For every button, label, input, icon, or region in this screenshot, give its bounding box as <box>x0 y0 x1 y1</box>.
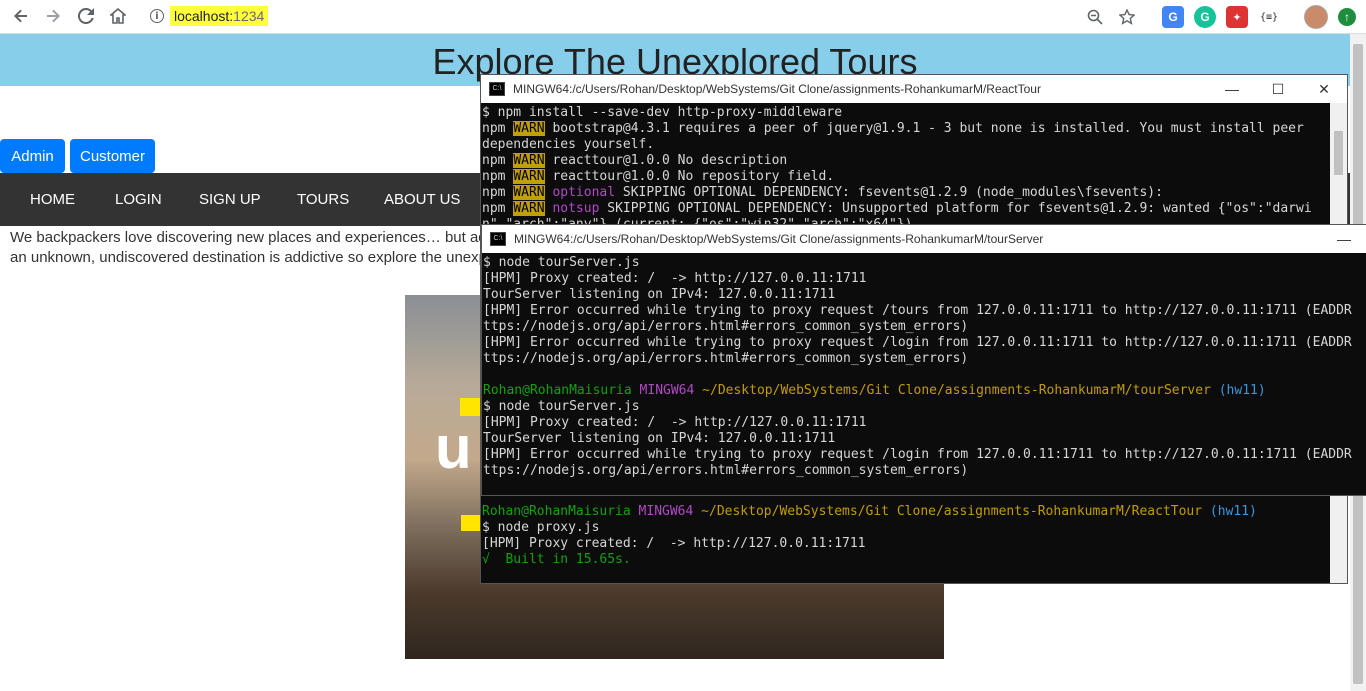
back-icon[interactable] <box>8 4 34 28</box>
terminal-line: TourServer listening on IPv4: 127.0.0.11… <box>483 431 836 446</box>
terminal-line: $ node tourServer.js <box>483 255 640 270</box>
terminal-output: $ node tourServer.js [HPM] Proxy created:… <box>483 255 1366 479</box>
terminal-line: √ Built in 15.65s. <box>482 552 631 567</box>
terminal-line: [HPM] Error occurred while trying to pro… <box>483 335 1352 350</box>
terminal-line: $ node proxy.js <box>482 520 600 535</box>
terminal-line: $ node tourServer.js <box>483 399 640 414</box>
terminal-line: ttps://nodejs.org/api/errors.html#errors… <box>483 351 969 366</box>
forward-icon[interactable] <box>40 4 66 28</box>
home-icon[interactable] <box>105 4 131 28</box>
browser-toolbar: i localhost:1234 G G ✦ {≡} ↑ <box>0 0 1366 34</box>
nav-login[interactable]: LOGIN <box>115 173 162 226</box>
update-icon[interactable]: ↑ <box>1338 8 1356 26</box>
json-icon[interactable]: {≡} <box>1258 6 1280 28</box>
customer-button[interactable]: Customer <box>70 139 155 173</box>
terminal-icon: C:\ <box>489 82 505 96</box>
terminal-window-tourserver[interactable]: C:\ MINGW64:/c/Users/Rohan/Desktop/WebSy… <box>481 224 1366 496</box>
zoom-icon[interactable] <box>1084 6 1106 28</box>
maximize-icon[interactable]: ☐ <box>1255 75 1301 103</box>
terminal-line: [HPM] Proxy created: / -> http://127.0.0… <box>483 271 867 286</box>
nav-about[interactable]: ABOUT US <box>384 173 460 226</box>
minimize-icon[interactable]: — <box>1209 75 1255 103</box>
translate-icon[interactable]: G <box>1162 6 1184 28</box>
terminal-line: TourServer listening on IPv4: 127.0.0.11… <box>483 287 836 302</box>
address-bar[interactable]: i localhost:1234 <box>140 3 1080 29</box>
terminal-output: $ npm install --save-dev http-proxy-midd… <box>482 105 1329 233</box>
terminal-line: npm WARN optional SKIPPING OPTIONAL DEPE… <box>482 185 1163 200</box>
terminal-titlebar[interactable]: C:\ MINGW64:/c/Users/Rohan/Desktop/WebSy… <box>481 75 1347 103</box>
reload-icon[interactable] <box>73 4 99 28</box>
nav-home[interactable]: HOME <box>30 173 75 226</box>
terminal-title: MINGW64:/c/Users/Rohan/Desktop/WebSystem… <box>514 232 1044 246</box>
terminal-line: ttps://nodejs.org/api/errors.html#errors… <box>483 319 969 334</box>
admin-button[interactable]: Admin <box>0 139 65 173</box>
close-icon[interactable]: ✕ <box>1301 75 1347 103</box>
minimize-icon[interactable]: — <box>1321 225 1366 253</box>
extension-icon[interactable]: ✦ <box>1226 6 1248 28</box>
terminal-icon: C:\ <box>490 232 506 246</box>
info-icon[interactable]: i <box>150 9 164 23</box>
terminal-line: npm WARN reacttour@1.0.0 No repository f… <box>482 169 835 184</box>
terminal-line: npm WARN notsup SKIPPING OPTIONAL DEPEND… <box>482 201 1312 216</box>
terminal-line: npm WARN bootstrap@4.3.1 requires a peer… <box>482 121 1304 136</box>
terminal-line: dependencies yourself. <box>482 137 655 152</box>
terminal-line: Rohan@RohanMaisuria MINGW64 ~/Desktop/We… <box>483 383 1266 398</box>
terminal-titlebar[interactable]: C:\ MINGW64:/c/Users/Rohan/Desktop/WebSy… <box>482 225 1366 253</box>
terminal-line: Rohan@RohanMaisuria MINGW64 ~/Desktop/We… <box>482 504 1257 519</box>
profile-avatar[interactable] <box>1304 5 1328 29</box>
url-text[interactable]: localhost:1234 <box>170 6 269 26</box>
terminal-line: $ npm install --save-dev http-proxy-midd… <box>482 105 843 120</box>
nav-signup[interactable]: SIGN UP <box>199 173 261 226</box>
terminal-line: ttps://nodejs.org/api/errors.html#errors… <box>483 463 969 478</box>
image-overlay-text: u <box>435 414 472 481</box>
terminal-line: [HPM] Proxy created: / -> http://127.0.0… <box>482 536 866 551</box>
terminal-line: [HPM] Error occurred while trying to pro… <box>483 447 1352 462</box>
terminal-output: Rohan@RohanMaisuria MINGW64 ~/Desktop/We… <box>482 504 1329 568</box>
terminal-line: [HPM] Proxy created: / -> http://127.0.0… <box>483 415 867 430</box>
nav-tours[interactable]: TOURS <box>297 173 349 226</box>
star-icon[interactable] <box>1116 6 1138 28</box>
terminal-title: MINGW64:/c/Users/Rohan/Desktop/WebSystem… <box>513 82 1041 96</box>
terminal-line: npm WARN reacttour@1.0.0 No description <box>482 153 788 168</box>
grammarly-icon[interactable]: G <box>1194 6 1216 28</box>
terminal-line: [HPM] Error occurred while trying to pro… <box>483 303 1352 318</box>
